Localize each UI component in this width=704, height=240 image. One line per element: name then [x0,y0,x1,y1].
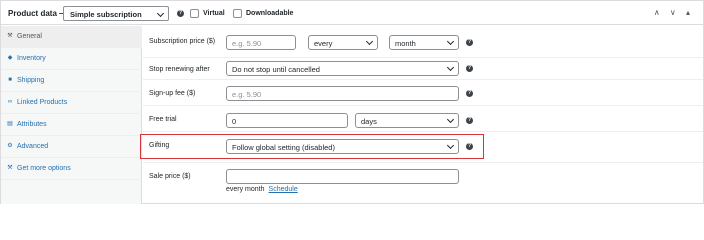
free-trial-period-select[interactable]: days [355,113,459,128]
help-icon[interactable]: ? [466,39,473,46]
help-icon[interactable]: ? [466,65,473,72]
downloadable-label: Downloadable [246,10,294,17]
list-icon: ▤ [7,121,13,127]
tab-label: Linked Products [17,99,68,106]
wrench-icon: ⚒ [7,33,13,39]
stop-renewing-value: Do not stop until cancelled [232,65,320,74]
free-trial-length-value: 0 [232,117,237,126]
chevron-down-icon [446,115,455,124]
stop-renewing-label: Stop renewing after [149,66,210,73]
free-trial-label: Free trial [149,116,177,123]
product-type-value: Simple subscription [70,10,142,19]
stop-renewing-select[interactable]: Do not stop until cancelled [226,61,459,76]
plugin-icon: ⚒ [7,165,13,171]
product-type-select[interactable]: Simple subscription [63,6,169,21]
help-icon[interactable]: ? [177,10,184,17]
chevron-down-icon [446,63,455,72]
free-trial-period-value: days [361,117,377,126]
sale-price-period-text: every month [226,186,265,193]
schedule-link[interactable]: Schedule [269,186,298,193]
tab-label: Get more options [17,165,71,172]
tab-label: Shipping [17,77,45,84]
tab-attributes[interactable]: ▤ Attributes [1,114,142,136]
tab-inventory[interactable]: ◆ Inventory [1,48,142,70]
gear-icon: ⚙ [7,143,13,149]
chevron-down-icon [446,37,455,46]
tab-advanced[interactable]: ⚙ Advanced [1,136,142,158]
link-icon: ∞ [7,99,13,105]
billing-interval-value: every [314,39,333,48]
sale-price-note: every month Schedule [226,186,298,193]
free-trial-row: Free trial 0 days ? [143,106,703,132]
free-trial-length-input[interactable]: 0 [226,113,348,128]
tab-get-more-options[interactable]: ⚒ Get more options [1,158,142,180]
product-data-panel: Product data — Simple subscription ? Vir… [0,0,704,204]
help-icon[interactable]: ? [466,90,473,97]
tab-linked-products[interactable]: ∞ Linked Products [1,92,142,114]
signup-fee-label: Sign-up fee ($) [149,90,196,97]
billing-period-value: month [395,39,416,48]
product-data-header: Product data — Simple subscription ? Vir… [1,1,703,25]
product-data-tabs: ⚒ General ◆ Inventory ■ Shipping ∞ Linke… [1,26,142,204]
stop-renewing-row: Stop renewing after Do not stop until ca… [143,58,703,80]
tab-label: Inventory [17,55,46,62]
sale-price-row: Sale price ($) [143,163,703,204]
signup-fee-input[interactable]: e.g. 5.90 [226,86,459,101]
tab-general[interactable]: ⚒ General [1,26,142,48]
panel-title: Product data — [8,9,68,18]
panel-toggle-arrows[interactable]: ∧ ∨ ▴ [654,8,694,17]
tag-icon: ◆ [7,55,13,61]
signup-fee-row: Sign-up fee ($) e.g. 5.90 ? [143,80,703,106]
subscription-price-input[interactable]: e.g. 5.90 [226,35,296,50]
general-options-panel: Subscription price ($) e.g. 5.90 every m… [143,26,703,204]
tab-label: General [17,33,42,40]
tab-label: Advanced [17,143,49,150]
chevron-down-icon [365,37,374,46]
subscription-price-placeholder: e.g. 5.90 [232,39,262,48]
sale-price-label: Sale price ($) [149,173,191,180]
sale-price-input[interactable] [226,169,459,184]
billing-interval-select[interactable]: every [308,35,378,50]
subscription-price-label: Subscription price ($) [149,38,216,45]
downloadable-checkbox[interactable] [233,9,242,18]
virtual-checkbox[interactable] [190,9,199,18]
chevron-down-icon [156,9,165,18]
billing-period-select[interactable]: month [389,35,459,50]
gifting-highlight-box [140,134,484,159]
subscription-price-row: Subscription price ($) e.g. 5.90 every m… [143,26,703,58]
virtual-label: Virtual [203,10,225,17]
tab-label: Attributes [17,121,47,128]
truck-icon: ■ [8,77,12,83]
signup-fee-placeholder: e.g. 5.90 [232,90,262,99]
help-icon[interactable]: ? [466,117,473,124]
tab-shipping[interactable]: ■ Shipping [1,70,142,92]
